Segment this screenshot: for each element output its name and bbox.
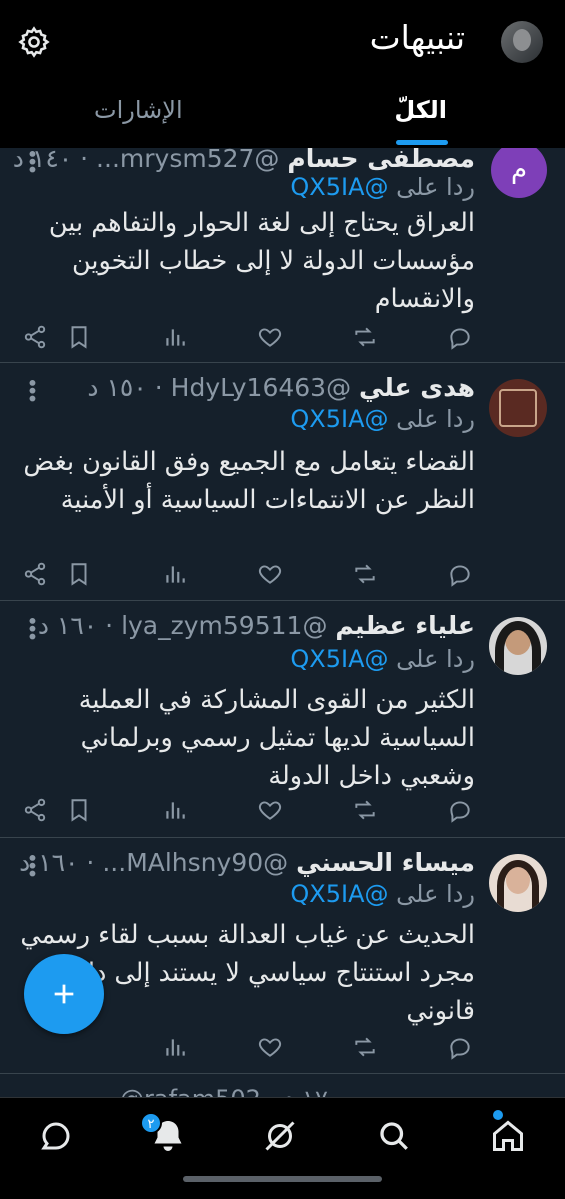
tweet-actions: [22, 324, 473, 352]
like-icon[interactable]: [257, 797, 283, 823]
more-options-icon[interactable]: •••: [20, 615, 44, 638]
avatar[interactable]: م: [491, 142, 547, 198]
tweet-actions: [22, 1034, 473, 1062]
tweet[interactable]: ميساء الحسني @MAlhsny90... · ١٦٠ د ••• ر…: [0, 838, 565, 1074]
reply-prefix: ردا على: [396, 645, 475, 673]
avatar[interactable]: [489, 617, 547, 675]
reply-icon[interactable]: [447, 324, 473, 350]
reply-icon[interactable]: [447, 561, 473, 587]
author-name[interactable]: علياء عظيم: [335, 611, 475, 640]
author-name[interactable]: مصطفى حسام: [287, 144, 475, 173]
app-header: تنبيهات الكلّ الإشارات: [0, 0, 565, 148]
bookmark-icon[interactable]: [66, 324, 92, 350]
more-options-icon[interactable]: •••: [20, 148, 44, 171]
reply-handle-link[interactable]: @QX5IA: [290, 173, 388, 201]
tweet-text: العراق يحتاج إلى لغة الحوار والتفاهم بين…: [48, 208, 475, 314]
communities-icon[interactable]: [262, 1118, 298, 1154]
reply-prefix: ردا على: [396, 880, 475, 908]
reply-handle-link[interactable]: @QX5IA: [290, 880, 388, 908]
tweet-text: القضاء يتعامل مع الجميع وفق القانون بغض …: [23, 447, 475, 515]
more-options-icon[interactable]: •••: [20, 377, 44, 400]
share-icon[interactable]: [22, 561, 48, 587]
messages-icon[interactable]: [38, 1118, 74, 1154]
retweet-icon[interactable]: [352, 797, 378, 823]
retweet-icon[interactable]: [352, 324, 378, 350]
tab-mentions[interactable]: الإشارات: [94, 96, 183, 124]
timestamp: ١٥٠ د: [87, 373, 147, 402]
like-icon[interactable]: [257, 561, 283, 587]
active-tab-indicator: [396, 140, 448, 145]
share-icon[interactable]: [22, 324, 48, 350]
views-icon[interactable]: [162, 797, 188, 823]
bookmark-icon[interactable]: [66, 797, 92, 823]
avatar[interactable]: [489, 854, 547, 912]
tweet[interactable]: هدى علي @HdyLy16463 · ١٥٠ د ••• ردا على …: [0, 363, 565, 601]
reply-icon[interactable]: [447, 797, 473, 823]
home-icon[interactable]: [490, 1118, 526, 1154]
author-handle: @HdyLy16463: [170, 373, 352, 402]
page-title: تنبيهات: [369, 18, 465, 57]
plus-icon: [54, 984, 74, 1004]
views-icon[interactable]: [162, 324, 188, 350]
views-icon[interactable]: [162, 1034, 188, 1060]
share-icon[interactable]: [22, 797, 48, 823]
timestamp: ١٦٠ د: [37, 611, 98, 640]
settings-gear-icon[interactable]: [17, 25, 51, 59]
like-icon[interactable]: [257, 1034, 283, 1060]
reply-prefix: ردا على: [396, 173, 475, 201]
bottom-navigation: ٢: [0, 1097, 565, 1199]
tweet-actions: [22, 797, 473, 825]
search-icon[interactable]: [376, 1118, 412, 1154]
author-name[interactable]: هدى علي: [359, 373, 475, 402]
author-name[interactable]: ميساء الحسني: [296, 848, 475, 877]
retweet-icon[interactable]: [352, 561, 378, 587]
tab-all[interactable]: الكلّ: [394, 96, 447, 124]
compose-button[interactable]: [24, 954, 104, 1034]
views-icon[interactable]: [162, 561, 188, 587]
author-handle: @MAlhsny90...: [102, 848, 289, 877]
bookmark-icon[interactable]: [66, 561, 92, 587]
notification-badge: ٢: [140, 1112, 162, 1134]
profile-avatar[interactable]: [501, 21, 543, 63]
avatar[interactable]: [489, 379, 547, 437]
author-handle: @mrysm527...: [96, 144, 280, 173]
reply-prefix: ردا على: [396, 405, 475, 433]
home-unread-dot: [493, 1110, 503, 1120]
tweet-text: الكثير من القوى المشاركة في العملية السي…: [78, 685, 475, 791]
reply-handle-link[interactable]: @QX5IA: [290, 405, 388, 433]
author-handle: @lya_zym59511: [121, 611, 328, 640]
tweet[interactable]: علياء عظيم @lya_zym59511 · ١٦٠ د ••• ردا…: [0, 601, 565, 838]
like-icon[interactable]: [257, 324, 283, 350]
reply-handle-link[interactable]: @QX5IA: [290, 645, 388, 673]
tweet-actions: [22, 561, 473, 589]
tweet[interactable]: م مصطفى حسام @mrysm527... · ١٤٠ د ••• رد…: [0, 118, 565, 363]
more-options-icon[interactable]: •••: [20, 852, 44, 875]
avatar-letter: م: [510, 155, 528, 185]
gesture-bar: [183, 1176, 382, 1182]
retweet-icon[interactable]: [352, 1034, 378, 1060]
reply-icon[interactable]: [447, 1034, 473, 1060]
